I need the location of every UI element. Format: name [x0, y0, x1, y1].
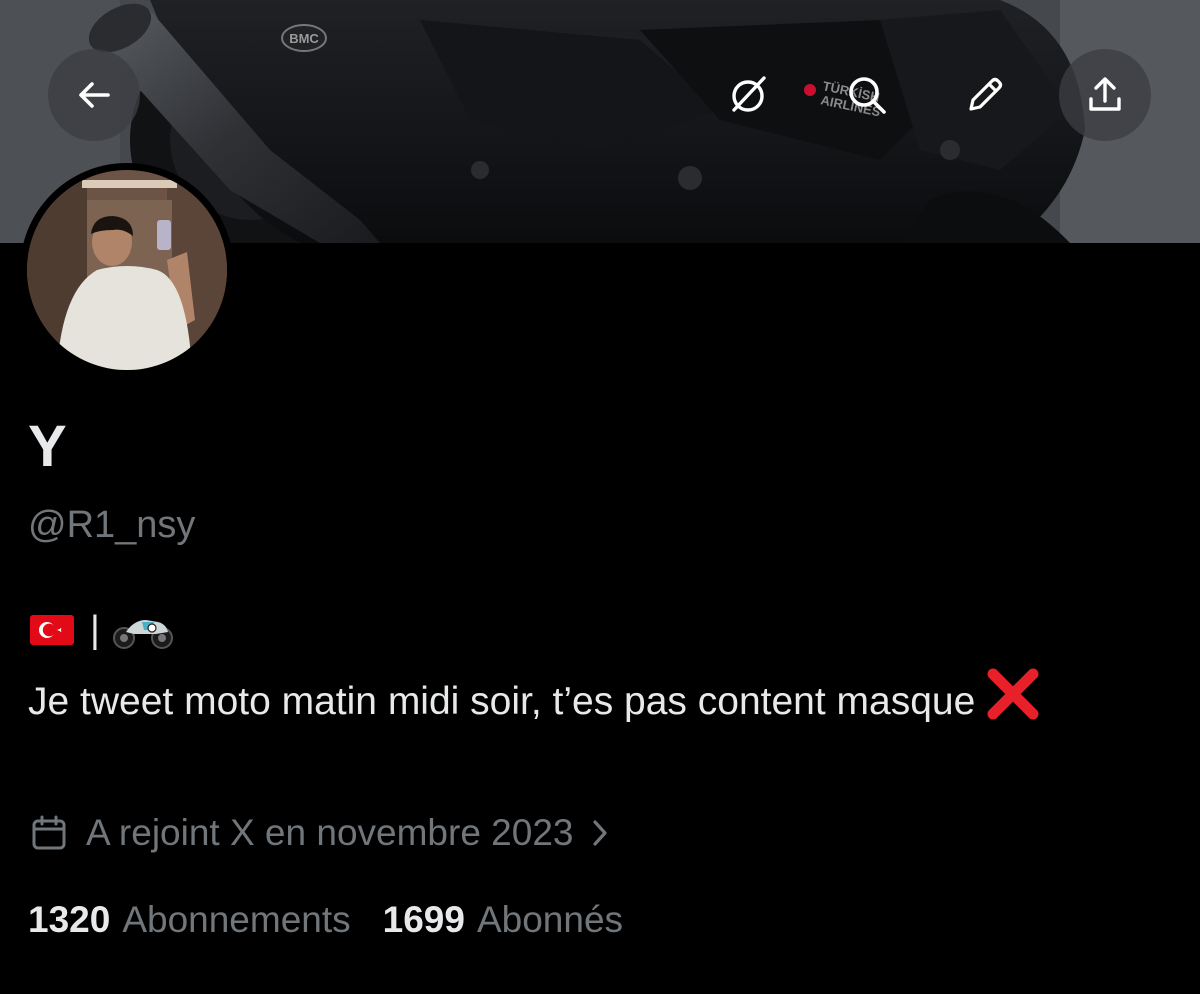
grok-button[interactable]	[714, 60, 784, 130]
cross-mark-emoji	[987, 668, 1039, 720]
display-name: Y	[28, 414, 67, 479]
following-label: Abonnements	[122, 899, 351, 940]
search-button[interactable]	[832, 60, 902, 130]
turkey-flag-icon	[30, 615, 74, 645]
share-upload-icon	[1089, 77, 1121, 111]
following-count: 1320	[28, 899, 111, 940]
followers-label: Abonnés	[476, 899, 624, 940]
followers-link[interactable]: 1699 Abonnés	[383, 899, 623, 941]
followers-count: 1699	[382, 899, 465, 940]
bio-separator: |	[90, 609, 100, 651]
calendar-icon	[32, 815, 66, 850]
grok-icon	[732, 76, 766, 112]
joined-date-row[interactable]: A rejoint X en novembre 2023	[30, 807, 610, 859]
bio-emoji-line: 🇹🇷 |	[30, 606, 174, 654]
motorcycle-emoji	[112, 620, 173, 649]
exhaust-brand-text: BMC	[289, 31, 319, 46]
joined-date-text: A rejoint X en novembre 2023	[86, 812, 574, 853]
edit-profile-button[interactable]	[950, 60, 1020, 130]
follow-stats: 1320 Abonnements 1699 Abonnés	[28, 894, 623, 946]
bio-text-block: Je tweet moto matin midi soir, t’es pas …	[28, 666, 1168, 735]
share-button[interactable]	[1059, 49, 1151, 141]
profile-avatar[interactable]	[20, 163, 234, 377]
avatar-photo	[27, 170, 227, 370]
chevron-right-icon	[592, 820, 607, 846]
bio-text: Je tweet moto matin midi soir, t’es pas …	[28, 680, 976, 723]
search-icon	[849, 77, 886, 114]
arrow-left-icon	[79, 82, 110, 108]
back-button[interactable]	[48, 49, 140, 141]
user-handle: @R1_nsy	[28, 504, 196, 546]
following-link[interactable]: 1320 Abonnements	[28, 899, 351, 941]
pencil-icon	[969, 77, 1003, 111]
